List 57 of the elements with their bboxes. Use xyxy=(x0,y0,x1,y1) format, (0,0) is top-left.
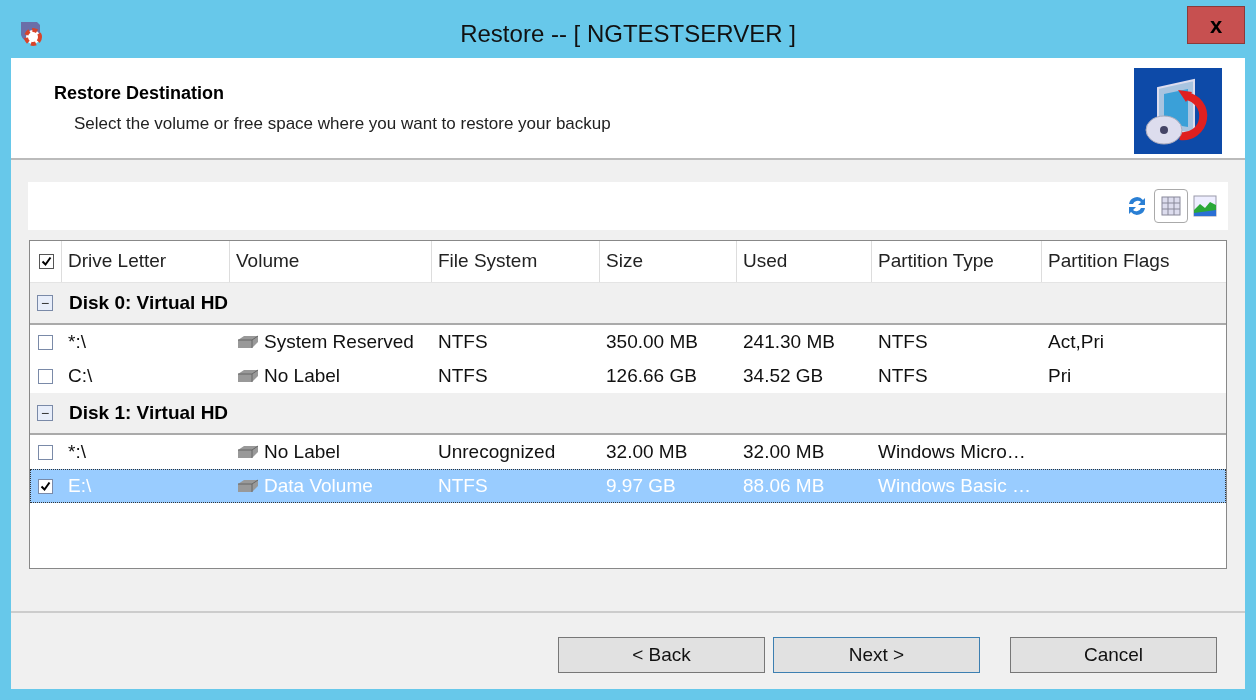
table-cell-text: 88.06 MB xyxy=(743,473,825,498)
column-header[interactable]: Used xyxy=(736,241,871,282)
checkbox[interactable] xyxy=(38,444,53,460)
collapse-button[interactable]: − xyxy=(37,295,53,311)
table-cell-text: *:\ xyxy=(68,439,86,464)
collapse-button[interactable]: − xyxy=(37,405,53,421)
column-header[interactable]: File System xyxy=(431,241,599,282)
table-cell-text: NTFS xyxy=(438,329,488,354)
dialog-button[interactable]: Cancel xyxy=(1010,637,1217,673)
column-header[interactable]: Drive Letter xyxy=(61,241,229,282)
table-cell-text: *:\ xyxy=(68,329,86,354)
window-title: Restore -- [ NGTESTSERVER ] xyxy=(460,19,796,49)
column-header[interactable]: Partition Type xyxy=(871,241,1041,282)
lifebuoy-shield-icon xyxy=(18,20,44,46)
table-cell-text: C:\ xyxy=(68,363,93,388)
header-subtitle: Select the volume or free space where you want to restore your backup xyxy=(73,113,611,135)
table-cell-text: Act,Pri xyxy=(1048,329,1104,354)
table-cell-text: Data Volume xyxy=(264,473,373,498)
group-title: Disk 1: Virtual HD xyxy=(69,400,229,425)
table-cell-text: 241.30 MB xyxy=(743,329,835,354)
table-cell-text: Windows Basic … xyxy=(878,473,1032,498)
toolbar-button[interactable] xyxy=(1154,189,1188,223)
checkbox[interactable] xyxy=(38,368,53,384)
table-cell-text: No Label xyxy=(264,363,341,388)
checkbox[interactable] xyxy=(38,478,53,494)
column-header[interactable]: Volume xyxy=(229,241,431,282)
table-cell-text: 9.97 GB xyxy=(606,473,676,498)
close-button[interactable]: x xyxy=(1187,6,1245,44)
table-cell-text: NTFS xyxy=(438,363,488,388)
table-cell-text: 126.66 GB xyxy=(606,363,697,388)
table-cell-text: 32.00 MB xyxy=(606,439,688,464)
group-title: Disk 0: Virtual HD xyxy=(69,290,229,315)
table-cell-text: E:\ xyxy=(68,473,92,498)
table-cell-text: Pri xyxy=(1048,363,1072,388)
table-cell-text: No Label xyxy=(264,439,341,464)
column-header[interactable]: Partition Flags xyxy=(1041,241,1214,282)
dialog-button[interactable]: < Back xyxy=(558,637,765,673)
table-cell-text: NTFS xyxy=(878,363,928,388)
table-cell-text: NTFS xyxy=(878,329,928,354)
table-cell-text: 34.52 GB xyxy=(743,363,824,388)
table-cell-text: 350.00 MB xyxy=(606,329,698,354)
drive-icon xyxy=(236,334,260,350)
grid-icon xyxy=(1160,195,1182,217)
table-cell-text: 32.00 MB xyxy=(743,439,825,464)
table-cell-text: System Reserved xyxy=(264,329,414,354)
drive-icon xyxy=(236,478,260,494)
checkbox[interactable] xyxy=(38,334,53,350)
table-cell-text: Windows Micro… xyxy=(878,439,1026,464)
header-title: Restore Destination xyxy=(54,82,226,105)
dialog-button[interactable]: Next > xyxy=(773,637,980,673)
drive-icon xyxy=(236,368,260,384)
column-header[interactable]: Size xyxy=(599,241,736,282)
checkbox[interactable] xyxy=(39,254,54,269)
table-cell-text: Unrecognized xyxy=(438,439,556,464)
table-cell-text: NTFS xyxy=(438,473,488,498)
chart-icon xyxy=(1193,195,1217,217)
drive-icon xyxy=(236,444,260,460)
